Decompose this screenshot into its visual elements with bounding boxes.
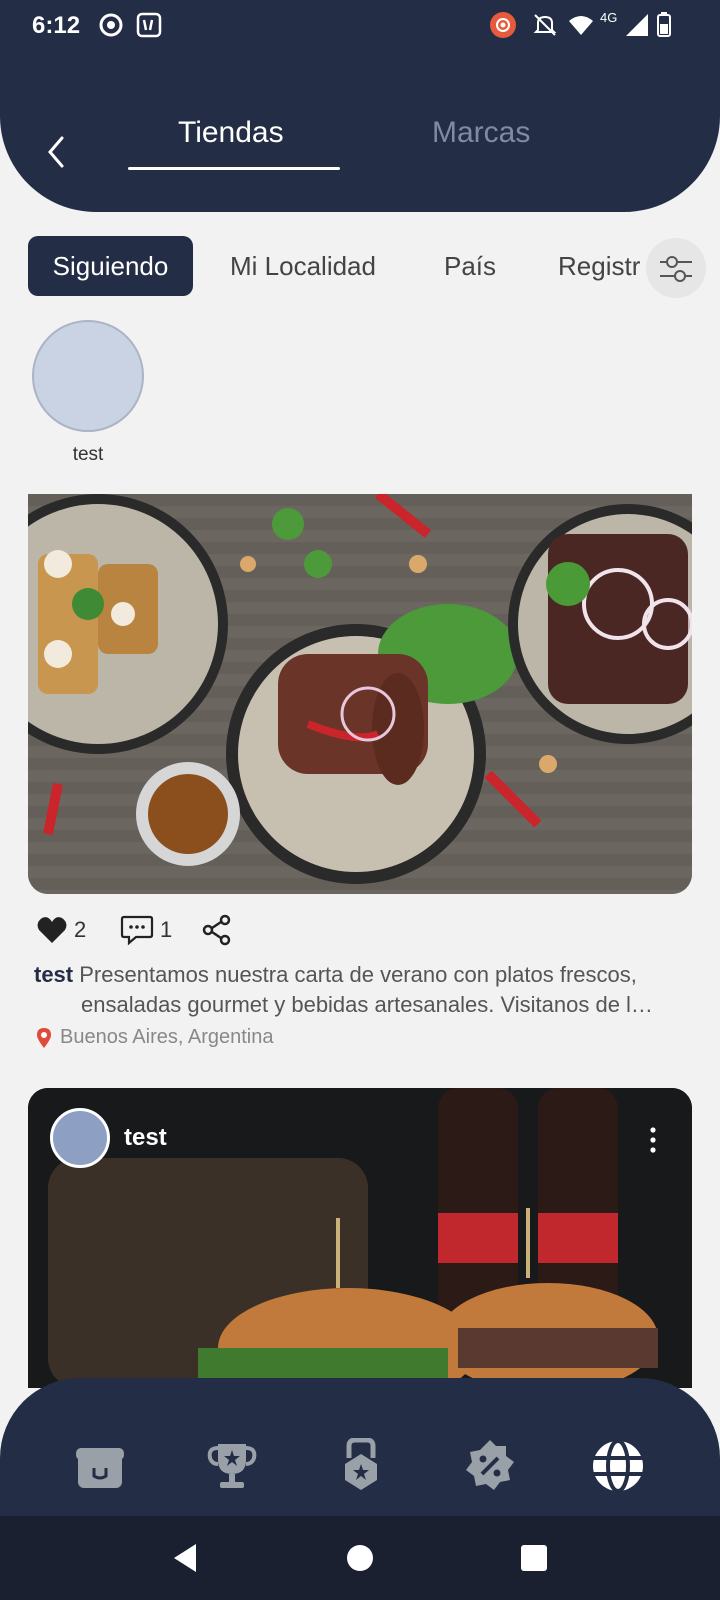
like-count: 2 [74,917,87,942]
story-avatar [32,320,144,432]
chip-siguiendo[interactable]: Siguiendo [28,236,193,296]
back-button[interactable] [42,132,72,172]
sliders-icon [660,256,692,282]
caption-line-1: test Presentamos nuestra carta de verano… [34,960,684,990]
heart-icon [37,917,67,943]
system-home-icon[interactable] [342,1540,378,1576]
system-recents-icon[interactable] [516,1540,552,1576]
record-icon [99,13,123,37]
post-caption[interactable]: test Presentamos nuestra carta de verano… [34,960,684,1020]
cast-icon [490,12,516,38]
trophy-icon[interactable] [204,1438,260,1494]
chip-registro[interactable]: Registr [558,236,644,296]
share-icon [202,914,231,946]
story-name: test [72,444,104,465]
story-item[interactable]: test [32,320,144,466]
mute-icon [533,14,557,36]
post-2-username: test [124,1124,167,1151]
avatar [50,1108,110,1168]
filter-settings-button[interactable] [646,238,706,298]
discount-icon[interactable] [462,1438,518,1494]
system-back-icon[interactable] [168,1540,204,1576]
network-label: 4G [600,10,618,25]
medal-icon[interactable] [333,1438,389,1494]
battery-icon [657,12,671,37]
tab-marcas[interactable]: Marcas [432,116,530,150]
wifi-icon [569,16,593,35]
tab-tiendas[interactable]: Tiendas [178,116,284,150]
header: 6:12 4G Tiendas Marcas [0,0,720,212]
chip-mi-localidad[interactable]: Mi Localidad [230,236,376,296]
comment-button[interactable]: 1 [120,912,172,948]
signal-icon [626,14,648,36]
like-button[interactable]: 2 [36,912,86,948]
more-options-icon[interactable] [646,1126,660,1154]
active-tab-indicator [128,167,340,170]
caption-text-1: Presentamos nuestra carta de verano con … [79,962,637,987]
chip-pais[interactable]: País [444,236,496,296]
food-photo [28,494,692,894]
post-2-author[interactable]: test [50,1108,167,1168]
caption-text-2: ensaladas gourmet y bebidas artesanales.… [81,992,653,1017]
status-bar: 6:12 4G [0,0,720,52]
filter-chips: Siguiendo Mi Localidad País Registr [0,236,720,298]
post-location[interactable]: Buenos Aires, Argentina [36,1026,273,1049]
status-time: 6:12 [32,12,81,39]
share-button[interactable] [202,912,232,948]
globe-icon[interactable] [590,1438,646,1494]
store-icon[interactable] [72,1438,128,1494]
location-pin-icon [37,1027,51,1048]
location-text: Buenos Aires, Argentina [60,1026,274,1048]
comment-icon [120,915,154,946]
caption-username: test [34,962,74,987]
voicemail-icon [136,12,162,38]
post-image-food[interactable] [28,494,692,894]
comment-count: 1 [160,917,173,942]
